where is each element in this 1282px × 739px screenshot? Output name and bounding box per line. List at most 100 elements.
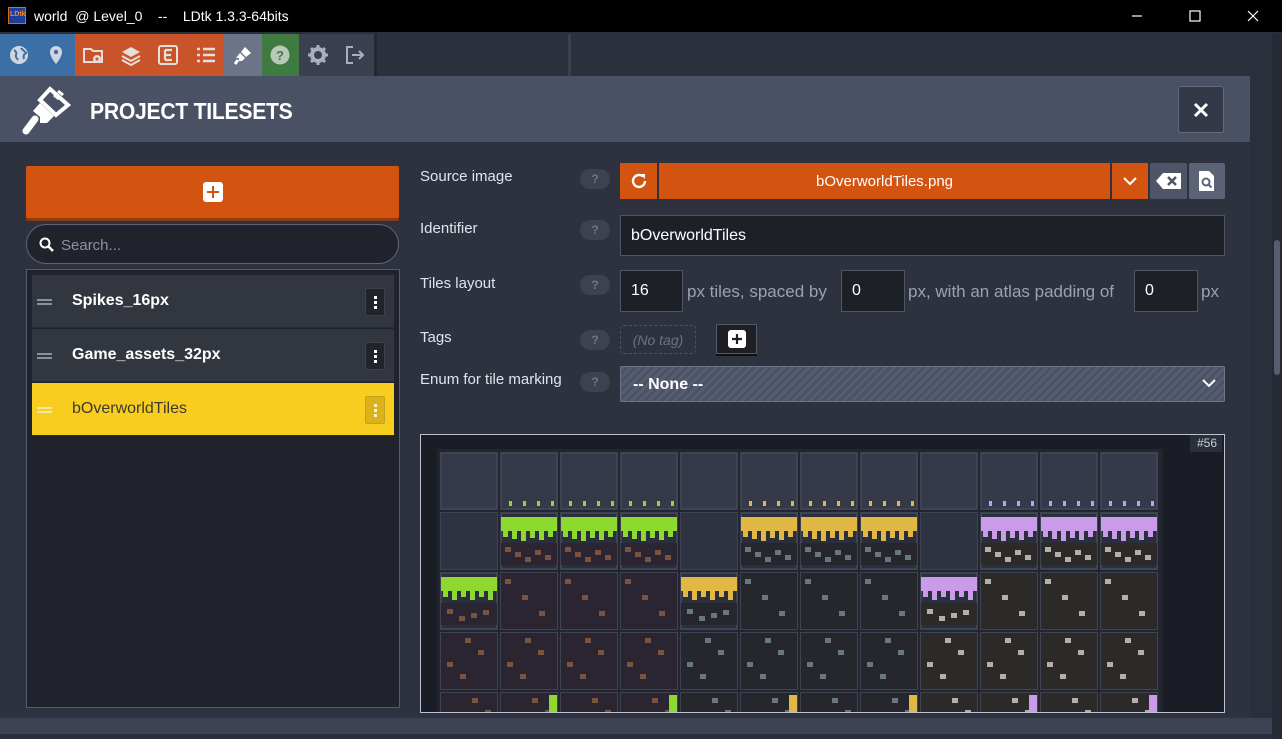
- tile-size-input[interactable]: [620, 270, 683, 312]
- tileset-list: Spikes_16px Game_assets_32px bOverworldT…: [26, 269, 400, 708]
- tileset-image[interactable]: [437, 449, 1163, 713]
- grass-drip: [590, 531, 595, 538]
- help-badge[interactable]: ?: [580, 330, 610, 350]
- dirt-pixel: [825, 638, 831, 643]
- tileset-item-game-assets[interactable]: Game_assets_32px: [32, 329, 394, 382]
- grass-tip: [851, 501, 854, 506]
- grass-drip: [1088, 531, 1093, 537]
- dirt-pixel: [965, 710, 971, 712]
- dirt-pixel: [940, 674, 946, 679]
- drag-handle-icon[interactable]: [37, 353, 52, 359]
- help-badge[interactable]: ?: [580, 169, 610, 189]
- enum-select[interactable]: -- None --: [620, 366, 1225, 402]
- grass-drip: [932, 591, 937, 600]
- tile-empty: [441, 513, 497, 569]
- padding-input[interactable]: [1134, 270, 1198, 312]
- grass-tip: [611, 501, 614, 506]
- dirt-pixel: [598, 650, 604, 655]
- spacing-input[interactable]: [841, 270, 905, 312]
- dirt-pixel: [1005, 638, 1011, 643]
- scrollbar[interactable]: [1272, 34, 1282, 739]
- locate-file-button[interactable]: [1189, 163, 1225, 199]
- help-button[interactable]: ?: [261, 34, 300, 76]
- enums-button[interactable]: [187, 34, 225, 76]
- grass-drip: [608, 531, 613, 537]
- tile: [1101, 453, 1157, 509]
- grass-drip: [641, 531, 646, 541]
- exit-button[interactable]: [336, 34, 374, 76]
- tileset-item-spikes[interactable]: Spikes_16px: [32, 275, 394, 328]
- plus-icon: [202, 182, 223, 202]
- help-badge[interactable]: ?: [580, 220, 610, 240]
- grass-top: [681, 577, 737, 591]
- tileset-preview[interactable]: #56: [420, 434, 1225, 713]
- reload-image-button[interactable]: [620, 163, 657, 199]
- dirt-pixel: [1060, 674, 1066, 679]
- grass-tip: [643, 501, 646, 506]
- dirt-pixel: [687, 609, 693, 614]
- dirt-pixel: [459, 616, 465, 621]
- close-panel-button[interactable]: [1178, 86, 1224, 133]
- more-options-button[interactable]: [365, 288, 385, 316]
- dirt-pixel: [760, 674, 766, 679]
- entities-button[interactable]: [149, 34, 187, 76]
- grass-tip: [537, 501, 540, 506]
- help-badge[interactable]: ?: [580, 275, 610, 295]
- dirt-pixel: [895, 550, 901, 555]
- dirt-pixel: [599, 611, 605, 616]
- brush-icon: [233, 47, 252, 65]
- source-dropdown-button[interactable]: [1112, 163, 1148, 199]
- grass-tip: [583, 501, 586, 506]
- identifier-input[interactable]: [620, 215, 1225, 256]
- tileset-item-boverworld[interactable]: bOverworldTiles: [32, 383, 394, 436]
- dirt-pixel: [472, 698, 478, 703]
- plus-icon: [727, 330, 746, 348]
- source-file-button[interactable]: bOverworldTiles.png: [659, 163, 1110, 199]
- layers-button[interactable]: [112, 34, 150, 76]
- add-tag-button[interactable]: [716, 324, 757, 354]
- dirt-pixel: [580, 674, 586, 679]
- dirt-pixel: [775, 550, 781, 555]
- dirt-pixel: [1115, 552, 1121, 557]
- grass-top: [441, 577, 497, 591]
- drag-handle-icon[interactable]: [37, 407, 52, 413]
- scrollbar-thumb[interactable]: [1274, 240, 1280, 375]
- tilesets-button[interactable]: [224, 34, 262, 76]
- level-button[interactable]: [37, 34, 75, 76]
- add-tileset-button[interactable]: [26, 166, 399, 218]
- remove-image-button[interactable]: [1150, 163, 1187, 199]
- world-button[interactable]: [0, 34, 38, 76]
- dirt-pixel: [765, 557, 771, 562]
- grass-tip: [911, 501, 914, 506]
- more-options-button[interactable]: [365, 342, 385, 370]
- window-titlebar: world @ Level_0 -- LDtk 1.3.3-64bits: [0, 0, 1282, 32]
- project-settings-button[interactable]: [74, 34, 113, 76]
- grass-drip: [812, 531, 817, 539]
- search-input[interactable]: [61, 234, 381, 256]
- dirt-pixel: [805, 579, 811, 584]
- grass-drip: [581, 531, 586, 541]
- dirt-pixel: [535, 550, 541, 555]
- close-window-button[interactable]: [1224, 0, 1282, 32]
- grass-tip: [763, 501, 766, 506]
- maximize-button[interactable]: [1166, 0, 1224, 32]
- minimize-button[interactable]: [1108, 0, 1166, 32]
- app-settings-button[interactable]: [299, 34, 337, 76]
- drag-handle-icon[interactable]: [37, 299, 52, 305]
- gem-pixel: [669, 695, 677, 712]
- grass-tip: [989, 501, 992, 506]
- grass-drip: [752, 531, 757, 539]
- maximize-icon: [1189, 10, 1201, 22]
- backspace-icon: [1155, 173, 1181, 189]
- dirt-pixel: [778, 650, 784, 655]
- help-badge[interactable]: ?: [580, 372, 610, 392]
- grass-drip: [830, 531, 835, 538]
- dirt-pixel: [687, 662, 693, 667]
- grass-top: [861, 517, 917, 531]
- dirt-pixel: [1025, 555, 1031, 560]
- grass-drip: [848, 531, 853, 537]
- more-options-button[interactable]: [365, 396, 385, 424]
- dirt-pixel: [465, 638, 471, 643]
- grass-drip: [803, 531, 808, 537]
- grass-tip: [569, 501, 572, 506]
